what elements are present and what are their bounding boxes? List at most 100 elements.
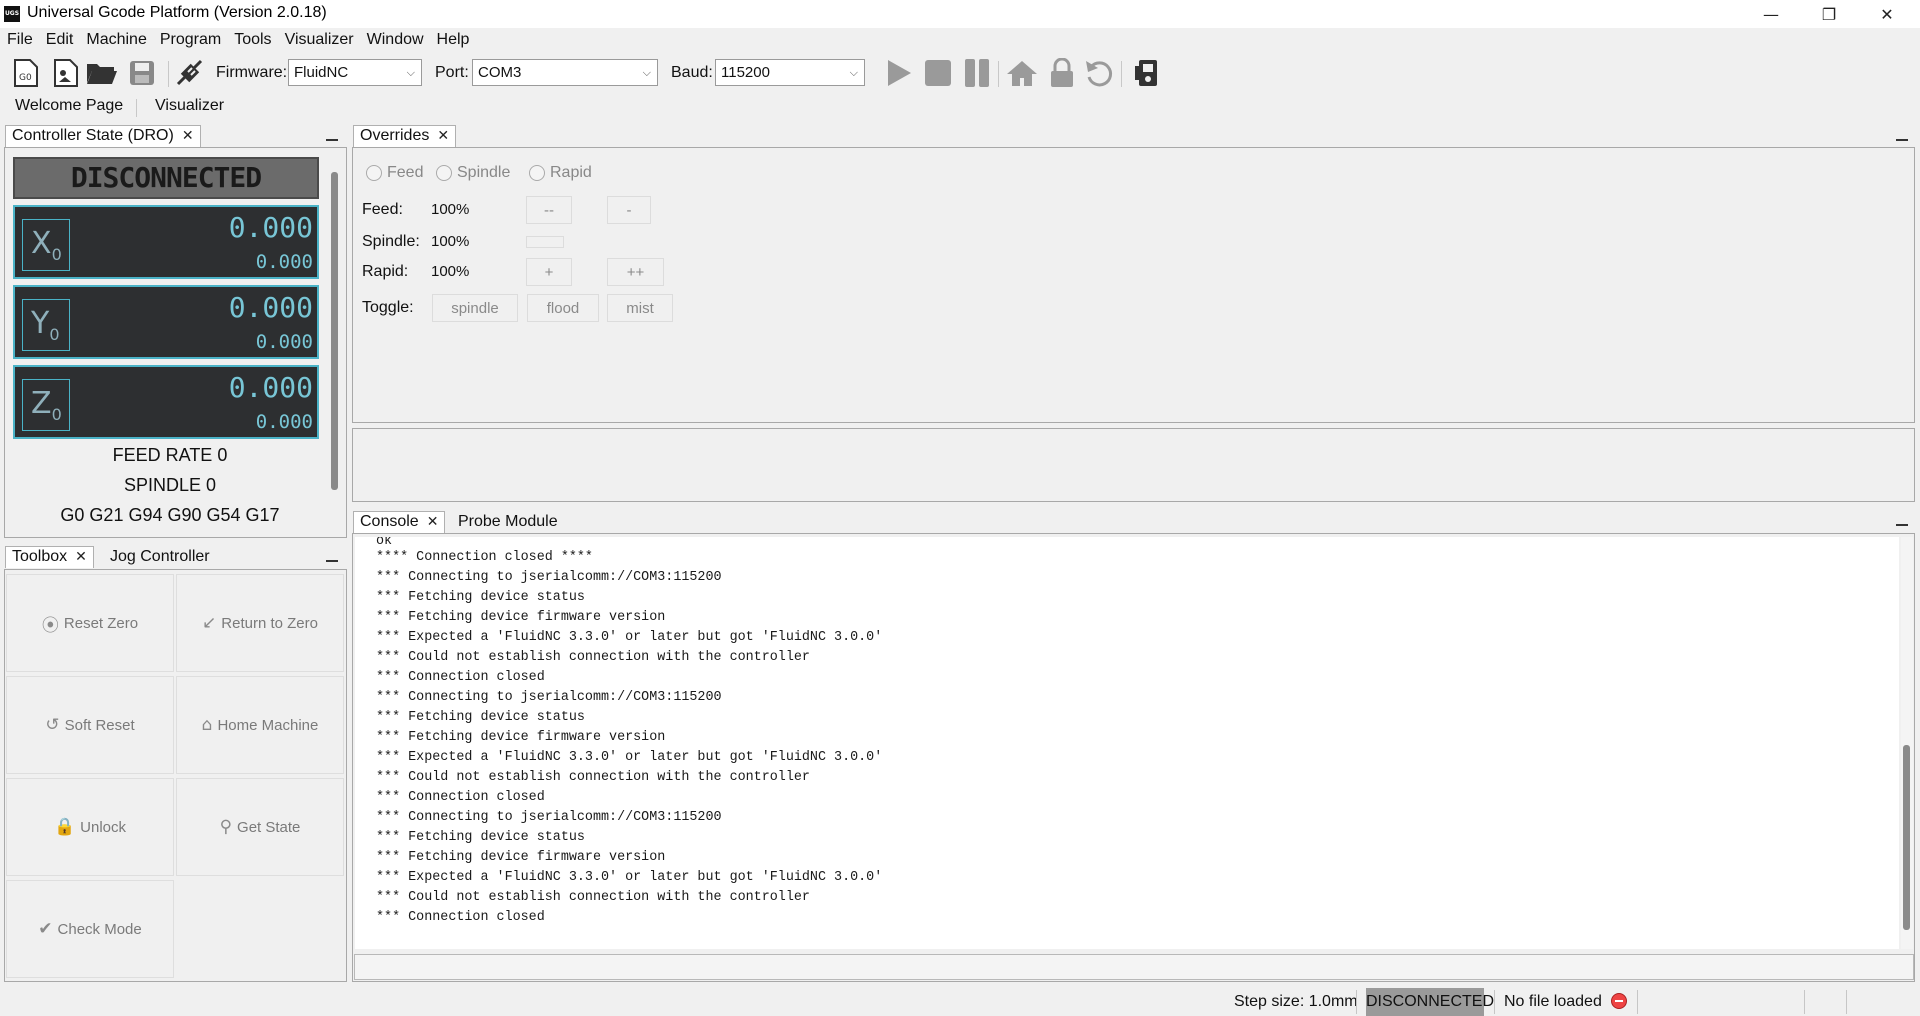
axis-z-row: Z0 0.000 0.000 xyxy=(13,365,319,439)
return-to-zero-icon: ↙ xyxy=(202,613,217,633)
dro-scrollbar[interactable] xyxy=(331,172,338,490)
toggle-mist-button[interactable]: mist xyxy=(607,294,673,322)
search-icon: ⚲ xyxy=(219,817,233,837)
step-size-status: Step size: 1.0mm xyxy=(1234,993,1358,1010)
tab-controller-state[interactable]: Controller State (DRO) ✕ xyxy=(5,125,201,147)
new-gcode-icon[interactable]: G0 xyxy=(10,57,42,89)
rapid-radio[interactable]: Rapid xyxy=(529,164,592,182)
home-icon[interactable] xyxy=(1006,57,1038,89)
toolbar-separator xyxy=(168,61,169,87)
machine-settings-icon[interactable] xyxy=(1132,57,1164,89)
tab-console[interactable]: Console ✕ xyxy=(353,511,446,533)
minimize-panel-icon[interactable] xyxy=(326,560,338,562)
close-window-button[interactable]: ✕ xyxy=(1858,0,1916,28)
console-scrollbar-thumb[interactable] xyxy=(1903,745,1910,930)
tab-jog-controller[interactable]: Jog Controller xyxy=(110,548,210,566)
rapid-coarse-increase-button[interactable]: ++ xyxy=(607,258,664,286)
feed-fine-decrease-button[interactable]: - xyxy=(607,196,651,224)
close-tab-icon[interactable]: ✕ xyxy=(75,549,87,565)
menu-window[interactable]: Window xyxy=(367,31,424,49)
tab-welcome-page[interactable]: Welcome Page xyxy=(15,97,123,115)
title-bar: UGS Universal Gcode Platform (Version 2.… xyxy=(0,0,1920,28)
feed-override-value: 100% xyxy=(431,201,470,218)
app-logo-icon: UGS xyxy=(4,6,20,22)
close-tab-icon[interactable]: ✕ xyxy=(182,128,194,144)
menu-edit[interactable]: Edit xyxy=(46,31,74,49)
save-icon[interactable] xyxy=(126,57,158,89)
console-command-input[interactable] xyxy=(354,954,1914,980)
feed-rate-readout: FEED RATE 0 xyxy=(112,445,228,465)
minimize-panel-icon[interactable] xyxy=(326,139,338,141)
play-icon[interactable] xyxy=(883,57,915,89)
chevron-down-icon: ⌵ xyxy=(406,66,415,79)
menu-file[interactable]: File xyxy=(7,31,33,49)
axis-y-reset[interactable]: Y0 xyxy=(22,299,70,351)
return-to-zero-button[interactable]: ↙ Return to Zero xyxy=(176,574,344,672)
console-line: *** Connecting to jserialcomm://COM3:115… xyxy=(376,570,722,585)
status-bar: Step size: 1.0mm DISCONNECTED No file lo… xyxy=(0,988,1920,1016)
toggle-flood-button[interactable]: flood xyxy=(527,294,599,322)
axis-x-machine-position: 0.000 xyxy=(255,251,313,273)
spindle-override-label: Spindle: xyxy=(362,233,420,250)
console-line: *** Fetching device status xyxy=(376,590,585,605)
firmware-select[interactable]: FluidNC ⌵ xyxy=(288,59,422,86)
status-separator xyxy=(1846,990,1847,1014)
menu-tools[interactable]: Tools xyxy=(234,31,271,49)
spindle-radio[interactable]: Spindle xyxy=(436,164,510,182)
chevron-down-icon: ⌵ xyxy=(849,66,858,79)
connection-status: DISCONNECTED xyxy=(1366,988,1494,1016)
chevron-down-icon: ⌵ xyxy=(642,66,651,79)
rapid-increase-button[interactable]: + xyxy=(526,258,572,286)
lock-icon[interactable] xyxy=(1046,57,1078,89)
new-svg-icon[interactable] xyxy=(50,57,82,89)
minimize-panel-icon[interactable] xyxy=(1896,524,1908,526)
overrides-panel xyxy=(352,147,1915,423)
toggle-label: Toggle: xyxy=(362,299,414,316)
soft-reset-button[interactable]: ↺ Soft Reset xyxy=(6,676,174,774)
console-line: *** Connecting to jserialcomm://COM3:115… xyxy=(376,690,722,705)
reset-zero-button[interactable]: ⦿ Reset Zero xyxy=(6,574,174,672)
restore-icon: ❐ xyxy=(1821,4,1837,24)
axis-z-reset[interactable]: Z0 xyxy=(22,379,70,431)
toggle-spindle-button[interactable]: spindle xyxy=(432,294,518,322)
console-line: *** Could not establish connection with … xyxy=(376,770,810,785)
baud-select[interactable]: 115200 ⌵ xyxy=(715,59,865,86)
feed-coarse-decrease-button[interactable]: -- xyxy=(526,196,572,224)
spindle-override-value: 100% xyxy=(431,233,470,250)
menu-visualizer[interactable]: Visualizer xyxy=(285,31,354,49)
restore-window-button[interactable]: ❐ xyxy=(1800,0,1858,28)
stop-icon[interactable] xyxy=(922,57,954,89)
menu-machine[interactable]: Machine xyxy=(86,31,146,49)
console-line: *** Expected a 'FluidNC 3.3.0' or later … xyxy=(376,870,883,885)
port-select[interactable]: COM3 ⌵ xyxy=(472,59,658,86)
menu-program[interactable]: Program xyxy=(160,31,221,49)
tab-probe-module[interactable]: Probe Module xyxy=(458,513,558,531)
spindle-override-button[interactable] xyxy=(526,236,564,248)
status-separator xyxy=(1637,990,1638,1014)
check-mode-button[interactable]: ✔ Check Mode xyxy=(6,880,174,978)
axis-x-row: X0 0.000 0.000 xyxy=(13,205,319,279)
spindle-readout: SPINDLE 0 xyxy=(123,475,217,495)
unlock-button[interactable]: 🔒 Unlock xyxy=(6,778,174,876)
console-output: ok **** Connection closed **** *** Conne… xyxy=(355,537,1899,949)
close-tab-icon[interactable]: ✕ xyxy=(437,128,449,144)
tab-overrides[interactable]: Overrides ✕ xyxy=(353,125,457,147)
pause-icon[interactable] xyxy=(961,57,993,89)
tab-visualizer[interactable]: Visualizer xyxy=(155,97,224,115)
open-folder-icon[interactable] xyxy=(86,57,118,89)
feed-radio[interactable]: Feed xyxy=(366,164,423,182)
menu-bar: File Edit Machine Program Tools Visualiz… xyxy=(0,28,1920,52)
console-line: *** Fetching device status xyxy=(376,830,585,845)
minimize-panel-icon[interactable] xyxy=(1896,139,1908,141)
toolbar-separator xyxy=(1121,61,1122,87)
home-machine-button[interactable]: ⌂ Home Machine xyxy=(176,676,344,774)
minimize-window-button[interactable]: — xyxy=(1742,0,1800,28)
reset-icon[interactable] xyxy=(1084,57,1116,89)
get-state-button[interactable]: ⚲ Get State xyxy=(176,778,344,876)
connect-icon[interactable] xyxy=(174,57,206,89)
menu-help[interactable]: Help xyxy=(437,31,470,49)
axis-x-reset[interactable]: X0 xyxy=(22,219,70,271)
close-tab-icon[interactable]: ✕ xyxy=(427,514,439,530)
tab-toolbox[interactable]: Toolbox ✕ xyxy=(5,546,94,568)
stop-icon xyxy=(1611,993,1627,1009)
